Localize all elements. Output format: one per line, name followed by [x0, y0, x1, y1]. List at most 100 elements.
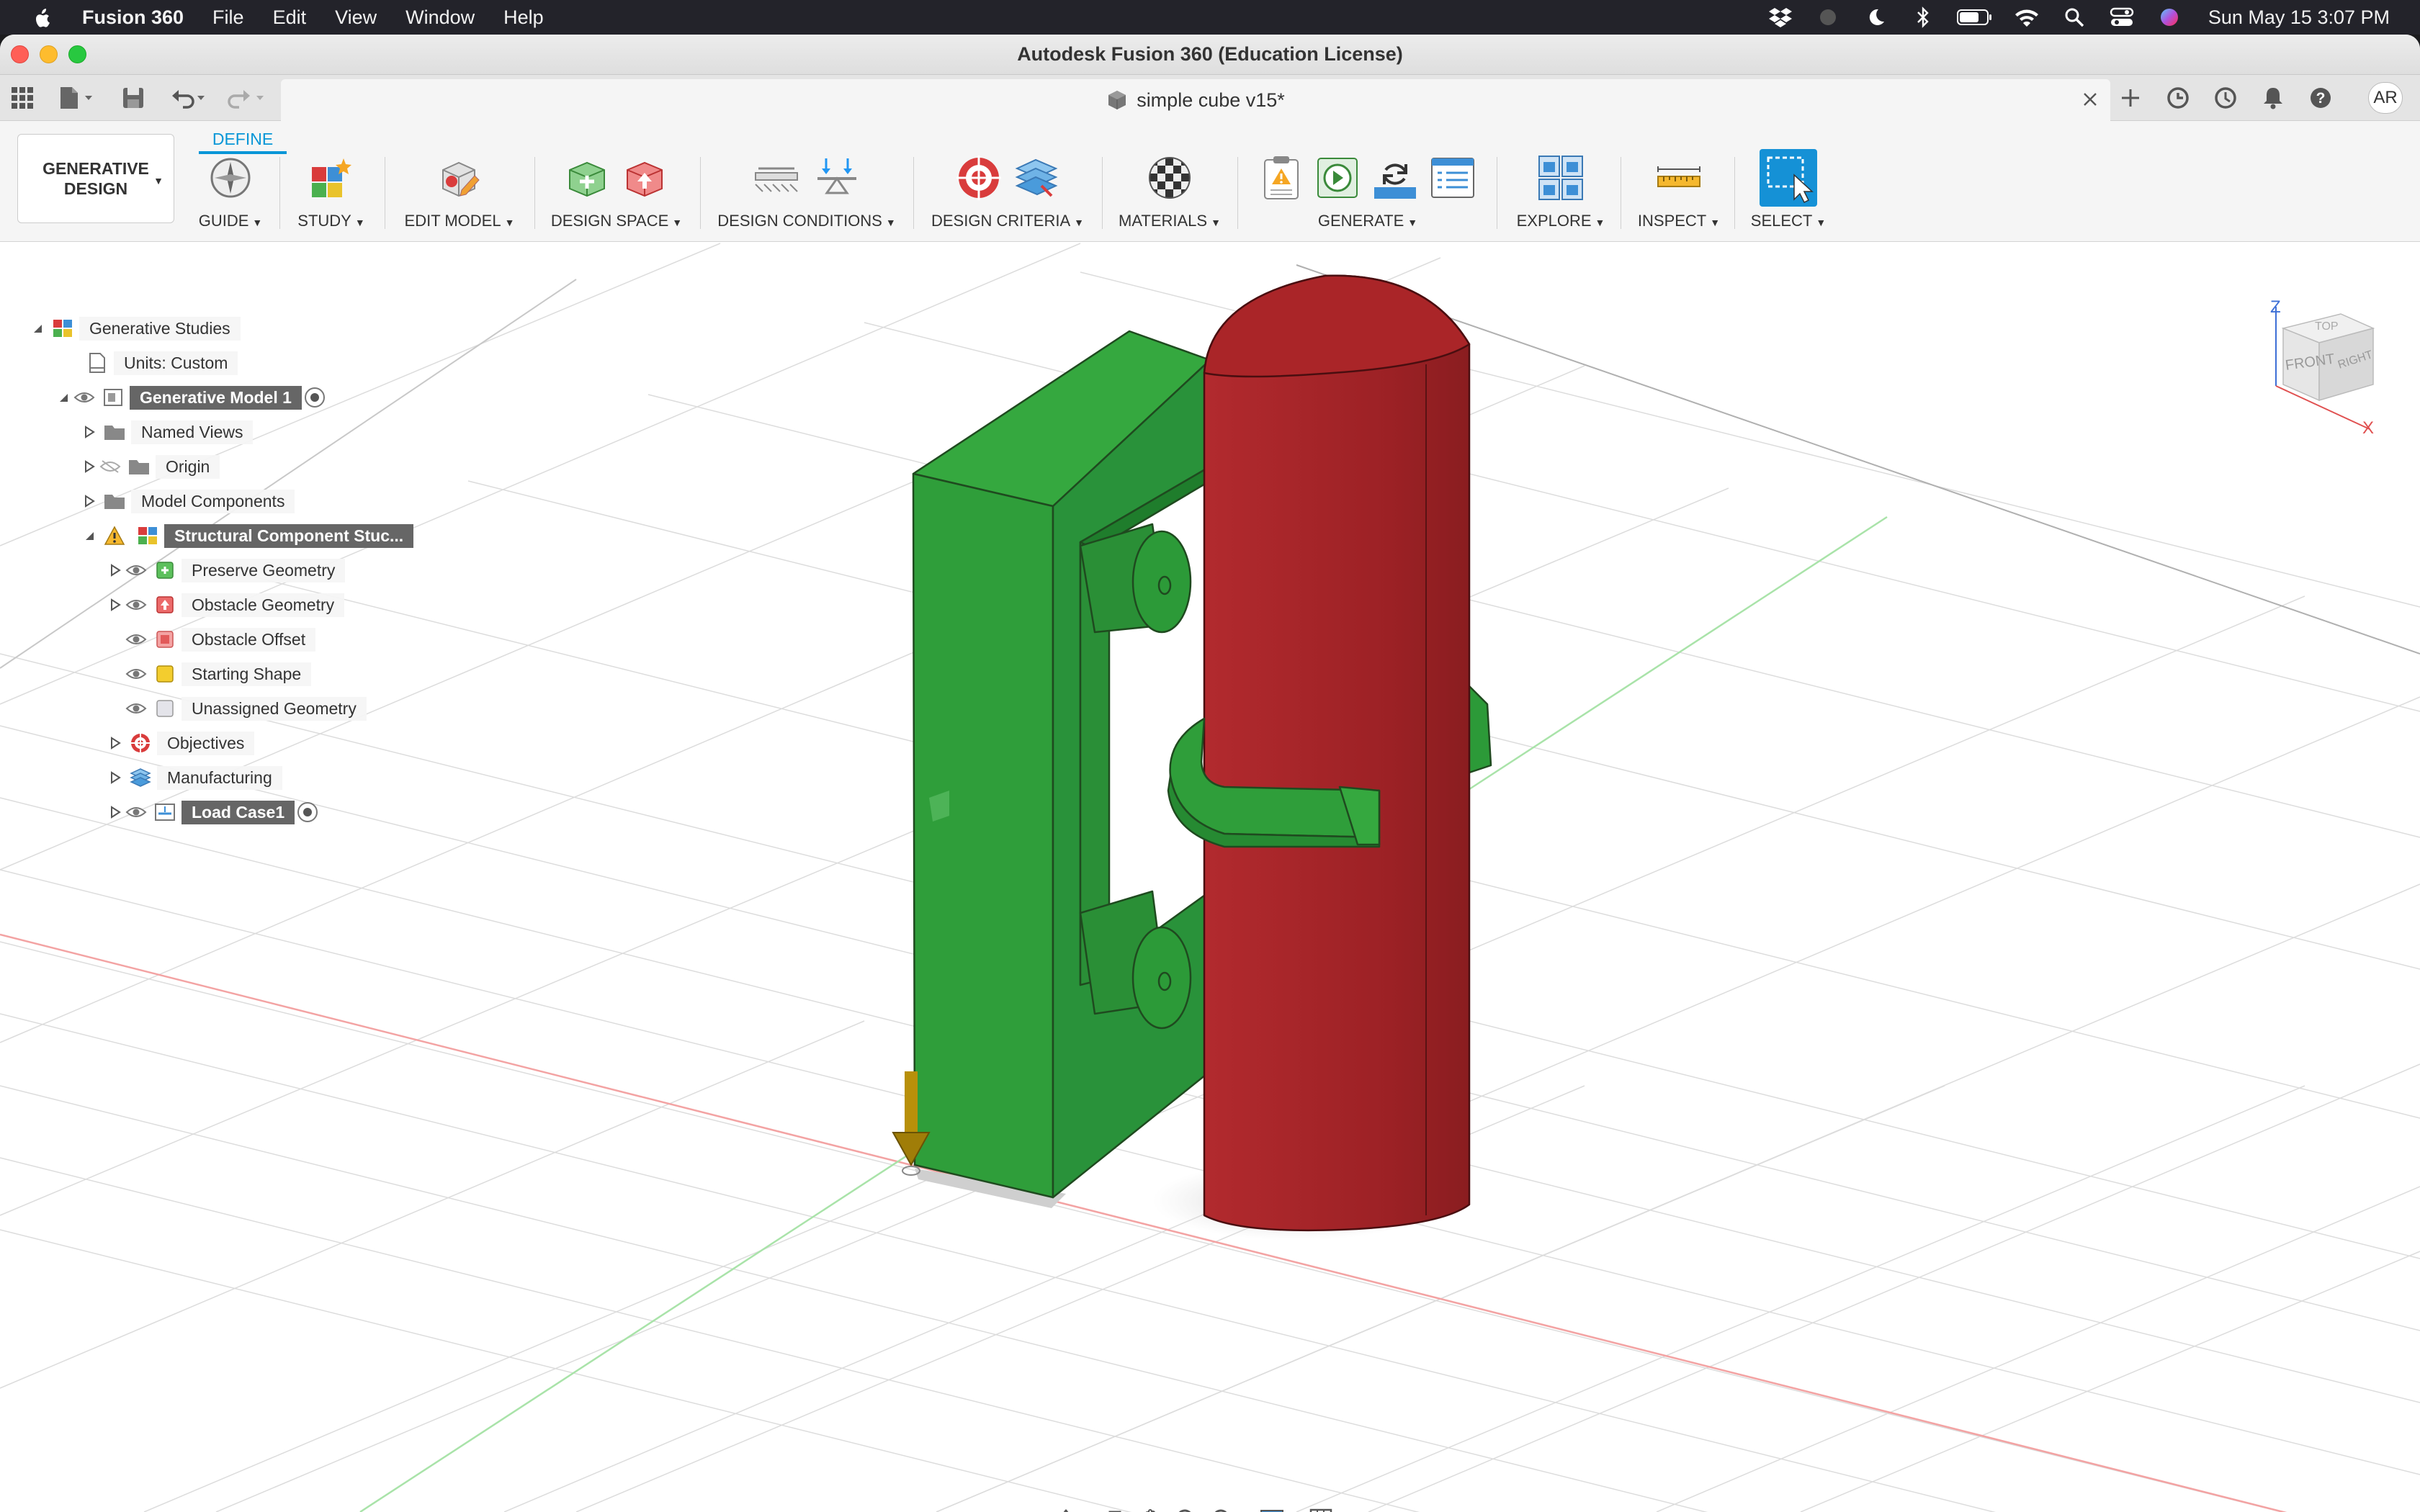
save-icon[interactable] [121, 84, 145, 112]
workspace-switcher-button[interactable]: GENERATIVE DESIGN ▼ [17, 134, 174, 223]
menu-file[interactable]: File [212, 6, 244, 29]
fit-zoom-window-icon[interactable] [1209, 1506, 1237, 1512]
menu-window[interactable]: Window [405, 6, 475, 29]
expand-triangle-icon[interactable] [81, 492, 98, 510]
tree-item-obstacle-geometry[interactable]: Obstacle Geometry [107, 590, 345, 619]
battery-icon[interactable] [1956, 3, 1994, 32]
app-status-icon[interactable] [1814, 3, 1842, 32]
edit-model-group[interactable]: EDIT MODEL ▼ [396, 150, 523, 236]
orbit-icon[interactable] [1052, 1506, 1080, 1512]
macos-menubar: Fusion 360 File Edit View Window Help Su… [0, 0, 2420, 35]
tree-item-objectives[interactable]: Objectives [107, 729, 255, 757]
tree-item-preserve-geometry[interactable]: Preserve Geometry [107, 556, 346, 585]
visibility-eye-icon[interactable] [124, 804, 148, 821]
wifi-icon[interactable] [2012, 3, 2041, 32]
look-at-icon[interactable] [1101, 1506, 1129, 1512]
hidden-eye-icon[interactable] [98, 458, 122, 475]
visibility-eye-icon[interactable] [72, 389, 97, 406]
menubar-clock[interactable]: Sun May 15 3:07 PM [2208, 6, 2390, 29]
dropbox-icon[interactable] [1766, 3, 1795, 32]
menu-help[interactable]: Help [503, 6, 544, 29]
tree-item-units[interactable]: Units: Custom [81, 348, 238, 377]
tree-item-unassigned-geometry[interactable]: Unassigned Geometry [124, 694, 367, 723]
apple-logo-icon[interactable] [27, 3, 56, 32]
tree-item-structural-study[interactable]: Structural Component Stuc... [81, 521, 414, 550]
starting-shape-icon [153, 663, 177, 685]
guide-group[interactable]: GUIDE ▼ [194, 150, 266, 236]
moon-icon[interactable] [1861, 3, 1890, 32]
notifications-bell-icon[interactable] [2257, 82, 2289, 114]
x-axis-label: X [2362, 418, 2374, 436]
expand-triangle-icon[interactable] [107, 769, 124, 786]
window-titlebar[interactable]: Autodesk Fusion 360 (Education License) [0, 35, 2420, 75]
tree-item-obstacle-offset[interactable]: Obstacle Offset [124, 625, 316, 654]
menu-edit[interactable]: Edit [273, 6, 307, 29]
design-criteria-group[interactable]: DESIGN CRITERIA ▼ [925, 150, 1090, 236]
generate-group[interactable]: GENERATE ▼ [1249, 150, 1487, 236]
tree-item-load-case[interactable]: Load Case1 [107, 798, 318, 827]
obstacle-geometry-cylinder[interactable] [1203, 274, 1471, 1232]
data-panel-grid-icon[interactable] [10, 84, 35, 112]
collapse-triangle-icon[interactable] [55, 389, 72, 406]
collapse-triangle-icon[interactable] [81, 527, 98, 544]
materials-group[interactable]: MATERIALS ▼ [1113, 150, 1226, 236]
expand-triangle-icon[interactable] [107, 562, 124, 579]
folder-icon [102, 421, 127, 443]
bluetooth-icon[interactable] [1909, 3, 1937, 32]
grid-settings-icon[interactable] [1307, 1506, 1335, 1512]
spotlight-search-icon[interactable] [2060, 3, 2089, 32]
pan-hand-icon[interactable] [1137, 1506, 1165, 1512]
user-avatar[interactable]: AR [2368, 82, 2403, 114]
study-group[interactable]: STUDY ▼ [291, 150, 372, 236]
3d-canvas-viewport[interactable]: Generative Studies Units: Custom Generat… [0, 242, 2420, 1512]
tree-item-manufacturing[interactable]: Manufacturing [107, 763, 282, 792]
explore-outcomes-icon [1538, 156, 1583, 200]
inspect-group[interactable]: INSPECT ▼ [1632, 150, 1726, 236]
visibility-eye-icon[interactable] [124, 665, 148, 683]
expand-triangle-icon[interactable] [107, 596, 124, 613]
document-tab[interactable]: simple cube v15* [281, 79, 2110, 121]
new-tab-plus-icon[interactable] [2115, 82, 2146, 114]
expand-triangle-icon[interactable] [107, 734, 124, 752]
tree-item-named-views[interactable]: Named Views [81, 418, 254, 446]
explore-group[interactable]: EXPLORE ▼ [1508, 150, 1613, 236]
visibility-eye-icon[interactable] [124, 631, 148, 648]
expand-triangle-icon[interactable] [107, 804, 124, 821]
siri-icon[interactable] [2155, 3, 2184, 32]
redo-icon[interactable] [223, 84, 266, 112]
undo-icon[interactable] [170, 84, 207, 112]
model-scene[interactable] [0, 242, 2420, 1512]
window-zoom-button[interactable] [68, 45, 86, 63]
view-cube[interactable]: Z X TOP FRONT RIGHT [2254, 300, 2384, 436]
close-tab-icon[interactable] [2077, 86, 2103, 112]
collapse-triangle-icon[interactable] [29, 320, 46, 337]
active-model-radio[interactable] [304, 387, 325, 408]
design-criteria-label: DESIGN CRITERIA [931, 212, 1071, 230]
control-center-icon[interactable] [2107, 3, 2136, 32]
visibility-eye-icon[interactable] [124, 562, 148, 579]
tree-item-generative-model[interactable]: Generative Model 1 [55, 383, 325, 412]
window-close-button[interactable] [11, 45, 29, 63]
help-question-icon[interactable]: ? [2305, 82, 2336, 114]
tree-item-origin[interactable]: Origin [81, 452, 220, 481]
expand-triangle-icon[interactable] [81, 458, 98, 475]
tree-item-starting-shape[interactable]: Starting Shape [124, 660, 312, 688]
expand-triangle-icon[interactable] [81, 423, 98, 441]
file-menu-icon[interactable] [58, 84, 95, 112]
display-settings-icon[interactable] [1258, 1506, 1286, 1512]
design-space-group[interactable]: DESIGN SPACE ▼ [546, 150, 687, 236]
select-group[interactable]: SELECT ▼ [1746, 149, 1831, 236]
visibility-eye-icon[interactable] [124, 596, 148, 613]
tree-item-generative-studies[interactable]: Generative Studies [29, 314, 241, 343]
toolbar-separator [1734, 157, 1735, 229]
extensions-icon[interactable] [2162, 82, 2194, 114]
job-status-clock-icon[interactable] [2210, 82, 2241, 114]
menu-app-name[interactable]: Fusion 360 [82, 6, 184, 29]
window-minimize-button[interactable] [40, 45, 58, 63]
menu-view[interactable]: View [335, 6, 377, 29]
tree-item-model-components[interactable]: Model Components [81, 487, 295, 516]
design-conditions-group[interactable]: DESIGN CONDITIONS ▼ [712, 150, 902, 236]
active-load-case-radio[interactable] [297, 802, 318, 822]
visibility-eye-icon[interactable] [124, 700, 148, 717]
zoom-magnifier-icon[interactable] [1173, 1506, 1201, 1512]
